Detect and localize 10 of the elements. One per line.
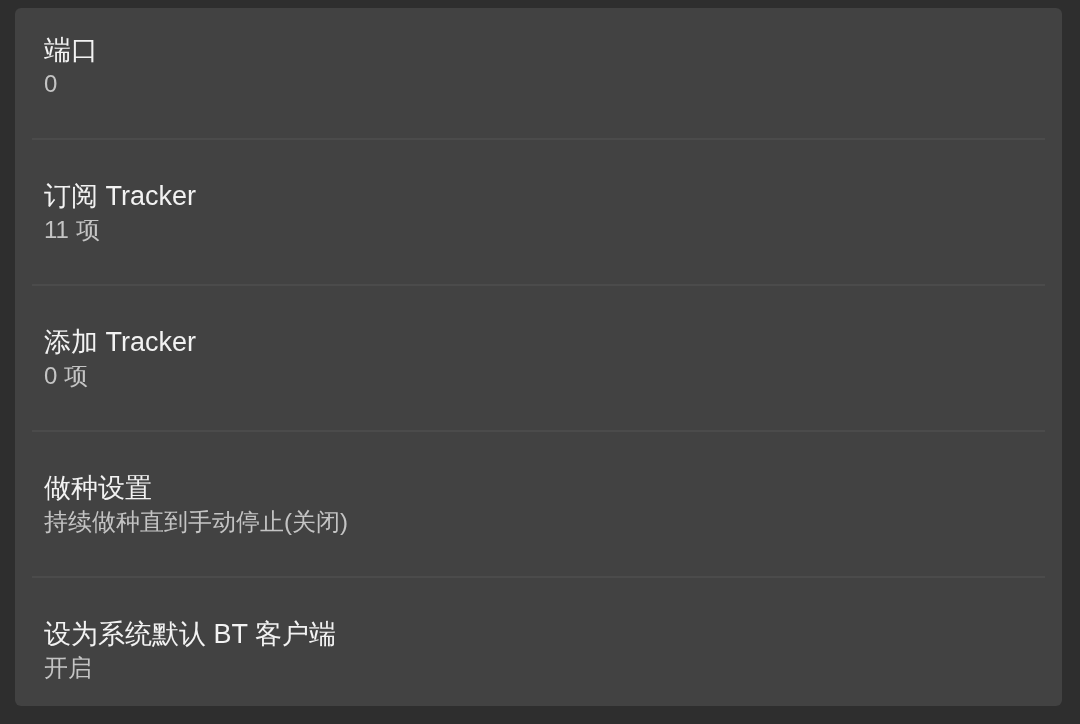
setting-value: 开启 <box>44 653 92 683</box>
setting-label: 订阅 Tracker <box>44 180 196 213</box>
setting-value: 0 <box>44 69 58 99</box>
setting-label: 设为系统默认 BT 客户端 <box>44 618 337 651</box>
setting-label: 端口 <box>44 34 98 67</box>
setting-value: 持续做种直到手动停止(关闭) <box>44 507 348 537</box>
setting-label: 添加 Tracker <box>44 326 196 359</box>
setting-label: 做种设置 <box>44 472 152 505</box>
setting-value: 0 项 <box>44 361 88 391</box>
setting-value: 11 项 <box>44 215 100 245</box>
